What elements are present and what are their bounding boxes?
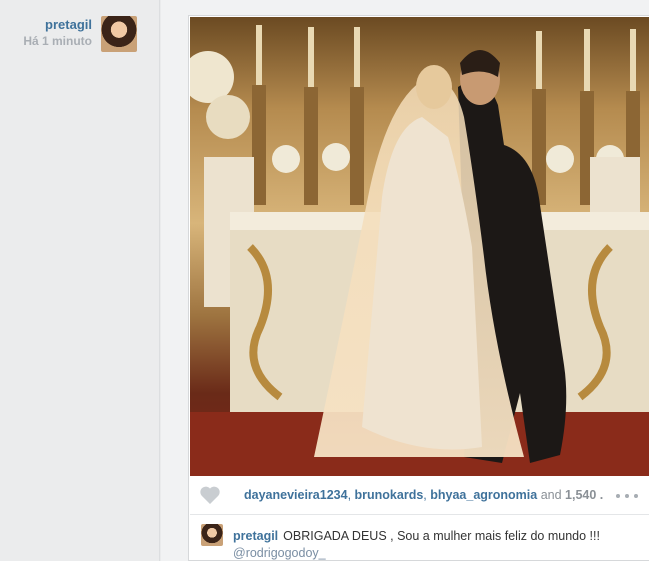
wedding-photo-illustration	[190, 17, 649, 476]
more-options-icon[interactable]	[613, 486, 641, 506]
post-timestamp[interactable]: Há 1 minuto	[23, 34, 92, 48]
caption-avatar[interactable]	[201, 524, 223, 546]
likes-count[interactable]: 1,540 ...	[565, 488, 604, 502]
feed-area: dayanevieira1234, brunokards, bhyaa_agro…	[161, 0, 649, 561]
author-username[interactable]: pretagil	[45, 17, 92, 32]
heart-icon[interactable]	[199, 485, 221, 505]
left-panel: pretagil Há 1 minuto	[0, 0, 160, 561]
liker-username[interactable]: dayanevieira1234	[244, 488, 348, 502]
caption-text: pretagil OBRIGADA DEUS , Sou a mulher mai…	[233, 528, 643, 561]
author-avatar[interactable]	[101, 16, 137, 52]
post-card: dayanevieira1234, brunokards, bhyaa_agro…	[188, 15, 649, 561]
post-actions-bar: dayanevieira1234, brunokards, bhyaa_agro…	[190, 477, 649, 515]
likes-and-label: and	[540, 488, 562, 502]
caption-username[interactable]: pretagil	[233, 529, 278, 543]
caption-body: OBRIGADA DEUS , Sou a mulher mais feliz …	[283, 529, 600, 543]
likes-summary: dayanevieira1234, brunokards, bhyaa_agro…	[244, 488, 604, 502]
post-author[interactable]: pretagil Há 1 minuto	[10, 16, 138, 56]
post-caption: pretagil OBRIGADA DEUS , Sou a mulher mai…	[190, 517, 649, 561]
post-photo[interactable]	[190, 17, 649, 476]
liker-username[interactable]: bhyaa_agronomia	[430, 488, 537, 502]
caption-mention[interactable]: @rodrigogodoy_	[233, 545, 643, 561]
liker-username[interactable]: brunokards	[355, 488, 424, 502]
